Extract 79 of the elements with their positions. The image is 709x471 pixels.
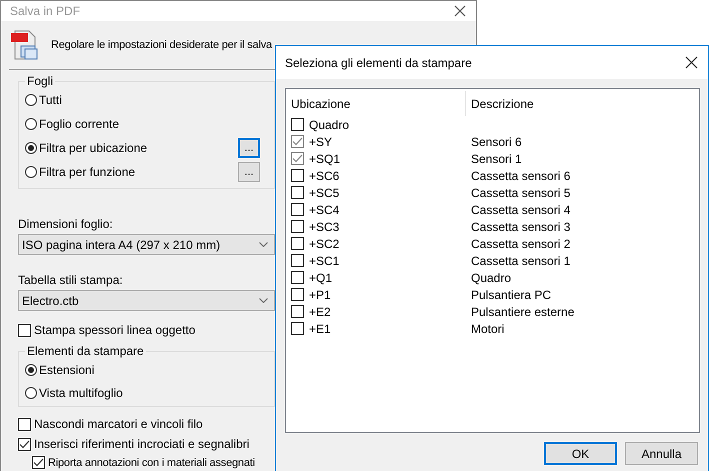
radio-option[interactable]: Tutti [25, 93, 62, 107]
checkbox[interactable] [291, 254, 304, 267]
chevron-down-icon [259, 298, 268, 303]
header-text: Regolare le impostazioni desiderate per il salva [51, 39, 272, 51]
table-cell-text: Pulsantiera PC [470, 288, 552, 302]
close-icon[interactable] [454, 5, 466, 17]
window-title: Salva in PDF [10, 4, 80, 18]
table-cell-text: Quadro [470, 270, 512, 284]
table-cell-text: Cassetta sensori 2 [470, 236, 570, 250]
checkbox[interactable] [291, 305, 304, 318]
dialog-title: Seleziona gli elementi da stampare [285, 56, 472, 70]
checkbox-option[interactable]: Stampa spessori linea oggetto [18, 320, 275, 340]
list-item[interactable]: +SY [309, 134, 332, 148]
table-cell-text: Cassetta sensori 6 [470, 168, 570, 182]
checkbox[interactable] [291, 135, 304, 148]
list-item[interactable]: +SC6 [309, 168, 340, 182]
checkbox-option[interactable]: Nascondi marcatori e vincoli filo [18, 414, 275, 434]
checkbox[interactable] [291, 169, 304, 182]
checkbox[interactable] [291, 322, 304, 335]
radio-button[interactable] [25, 386, 37, 398]
checkbox[interactable] [291, 186, 304, 199]
checkbox-label: Nascondi marcatori e vincoli filo [34, 417, 203, 431]
checkbox[interactable] [32, 456, 45, 469]
checkbox-option[interactable]: Inserisci riferimenti incrociati e segnalibri [18, 434, 275, 454]
checkbox[interactable] [291, 237, 304, 250]
table-cell-text: Sensori 1 [470, 152, 522, 166]
column-header[interactable]: Ubicazione [286, 91, 466, 116]
group-label: Fogli [26, 74, 54, 88]
cancel-button[interactable]: Annulla [625, 442, 698, 465]
radio-button[interactable] [25, 166, 37, 178]
checkbox-option[interactable]: Riporta annotazioni con i materiali assegnati [18, 454, 275, 471]
field-label: Tabella stili stampa: [18, 272, 124, 288]
checkbox-label: Stampa spessori linea oggetto [34, 323, 196, 337]
radio-label: Tutti [39, 93, 62, 107]
table-cell-text: Cassetta sensori 4 [470, 202, 570, 216]
checkbox[interactable] [291, 152, 304, 165]
checkbox[interactable] [291, 203, 304, 216]
dropdown[interactable]: ISO pagina intera A4 (297 x 210 mm) [18, 234, 275, 255]
checkbox[interactable] [291, 271, 304, 284]
table-cell-text: Cassetta sensori 1 [470, 254, 570, 268]
browse-button[interactable]: ... [238, 162, 260, 182]
list-item[interactable]: +Q1 [309, 270, 332, 284]
radio-option[interactable]: Estensioni [25, 362, 94, 376]
table-cell-text: Sensori 6 [470, 134, 522, 148]
list-item[interactable]: +SC1 [309, 254, 340, 268]
ok-button[interactable]: OK [544, 442, 617, 465]
radio-button[interactable] [25, 118, 37, 130]
checkbox-label: Riporta annotazioni con i materiali assegnati [48, 456, 255, 468]
checkbox[interactable] [18, 324, 31, 336]
radio-button[interactable] [25, 364, 37, 376]
table-cell-text: Cassetta sensori 5 [470, 186, 570, 200]
checkbox[interactable] [291, 118, 304, 131]
checkbox[interactable] [291, 288, 304, 301]
list-item[interactable]: +P1 [309, 288, 331, 302]
table-cell-text: Motori [470, 322, 504, 336]
list-item[interactable]: +SC2 [309, 236, 340, 250]
field-label: Dimensioni foglio: [18, 216, 114, 232]
close-icon[interactable] [685, 56, 698, 69]
checkbox[interactable] [18, 418, 31, 430]
checkbox-label: Inserisci riferimenti incrociati e segnalibri [34, 437, 250, 451]
list-item[interactable]: +SC5 [309, 186, 340, 200]
list-item[interactable]: +SQ1 [309, 152, 340, 166]
radio-button[interactable] [25, 142, 37, 154]
column-header[interactable]: Descrizione [466, 91, 534, 116]
list-item[interactable]: +E1 [309, 322, 331, 336]
dropdown[interactable]: Electro.ctb [18, 290, 275, 311]
browse-button[interactable]: ... [238, 138, 260, 158]
list-item[interactable]: +SC4 [309, 202, 340, 216]
checkbox[interactable] [291, 220, 304, 233]
checkbox[interactable] [18, 438, 31, 450]
radio-button[interactable] [25, 94, 37, 106]
list-item[interactable]: +E2 [309, 304, 331, 318]
list-item[interactable]: Quadro [309, 118, 350, 132]
chevron-down-icon [259, 242, 268, 247]
list-item[interactable]: +SC3 [309, 220, 340, 234]
radio-label: Estensioni [39, 362, 94, 376]
table-cell-text: Pulsantiere esterne [470, 304, 574, 318]
group-label: Elementi da stampare [26, 344, 145, 358]
table-cell-text: Cassetta sensori 3 [470, 220, 570, 234]
